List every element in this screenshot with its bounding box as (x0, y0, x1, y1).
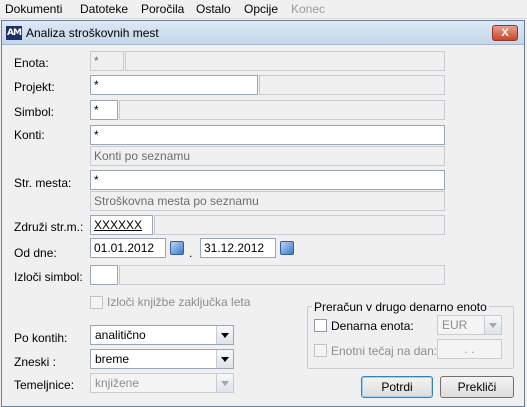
enotni-tecaj-label: Enotni tečaj na dan: (331, 344, 438, 358)
calendar-to-icon[interactable] (280, 241, 294, 255)
dialog-window: AM Analiza stroškovnih mest X Enota: * P… (1, 20, 525, 407)
denarna-enota-label: Denarna enota: (331, 319, 414, 333)
izloci-knjizbe-checkbox (90, 296, 103, 309)
enota-input[interactable]: * (90, 51, 124, 71)
date-from-input[interactable]: 01.01.2012 (90, 238, 166, 258)
enotni-tecaj-input: . . (437, 339, 502, 359)
potrdi-button[interactable]: Potrdi (361, 376, 433, 398)
preklici-label: Prekliči (457, 380, 497, 394)
chevron-down-icon (484, 316, 501, 334)
calendar-from-icon[interactable] (170, 241, 184, 255)
denarna-enota-value: EUR (442, 318, 468, 332)
chevron-down-icon (216, 374, 233, 392)
simbol-description (119, 100, 445, 120)
temeljnice-label: Temeljnice: (14, 378, 75, 392)
projekt-input[interactable]: * (90, 75, 258, 95)
temeljnice-select: knjižene (90, 373, 234, 393)
po-kontih-value: analitično (95, 328, 146, 342)
denarna-enota-select: EUR (437, 315, 502, 335)
chevron-down-icon[interactable] (216, 326, 233, 344)
zdruzi-value: XXXXXX (94, 218, 143, 232)
izloci-simbol-description (119, 265, 445, 285)
app-logo-icon: AM (6, 26, 22, 40)
projekt-label: Projekt: (14, 80, 55, 94)
po-kontih-label: Po kontih: (14, 331, 68, 345)
izloci-simbol-input[interactable] (90, 265, 118, 285)
od-dne-label: Od dne: (14, 246, 57, 260)
denarna-enota-checkbox[interactable] (314, 319, 327, 332)
potrdi-label: Potrdi (381, 380, 413, 394)
chevron-down-icon[interactable] (216, 350, 233, 368)
str-mesta-label: Str. mesta: (14, 176, 72, 190)
close-button[interactable]: X (492, 25, 518, 41)
simbol-label: Simbol: (14, 105, 55, 119)
enota-label: Enota: (14, 56, 49, 70)
konti-label: Konti: (14, 128, 45, 142)
menu-item-opcije[interactable]: Opcije (244, 2, 278, 16)
application-window: Dokumenti Datoteke Poročila Ostalo Opcij… (0, 0, 527, 407)
zneski-select[interactable]: breme (90, 349, 234, 369)
enotni-tecaj-checkbox (314, 344, 327, 357)
zdruzi-label: Združi str.m.: (14, 220, 84, 234)
zdruzi-input[interactable]: XXXXXX (90, 215, 153, 235)
simbol-input[interactable]: * (90, 100, 118, 120)
konti-note: Konti po seznamu (90, 146, 445, 166)
menu-item-konec: Konec (291, 2, 326, 16)
izloci-simbol-label: Izloči simbol: (14, 270, 83, 284)
temeljnice-value: knjižene (95, 376, 140, 390)
str-mesta-input[interactable]: * (90, 170, 445, 190)
menu-item-porocila[interactable]: Poročila (141, 2, 184, 16)
preklici-button[interactable]: Prekliči (440, 376, 514, 398)
po-kontih-select[interactable]: analitično (90, 325, 234, 345)
date-separator: . (189, 246, 193, 260)
currency-group-title: Preračun v drugo denarno enoto (312, 300, 489, 314)
menu-item-datoteke[interactable]: Datoteke (80, 2, 128, 16)
menu-item-dokumenti[interactable]: Dokumenti (5, 2, 62, 16)
menu-bar: Dokumenti Datoteke Poročila Ostalo Opcij… (0, 0, 527, 19)
enota-description (125, 51, 445, 71)
zneski-value: breme (95, 352, 130, 366)
date-to-input[interactable]: 31.12.2012 (200, 238, 276, 258)
zdruzi-description (154, 215, 445, 235)
zneski-label: Zneski : (14, 355, 57, 369)
dialog-title: Analiza stroškovnih mest (26, 26, 159, 40)
konti-input[interactable]: * (90, 125, 445, 145)
menu-item-ostalo[interactable]: Ostalo (196, 2, 231, 16)
izloci-knjizbe-label: Izloči knjižbe zaključka leta (107, 295, 251, 309)
dialog-titlebar: AM Analiza stroškovnih mest X (2, 21, 524, 45)
str-mesta-note: Stroškovna mesta po seznamu (90, 191, 445, 211)
projekt-description (259, 75, 445, 95)
